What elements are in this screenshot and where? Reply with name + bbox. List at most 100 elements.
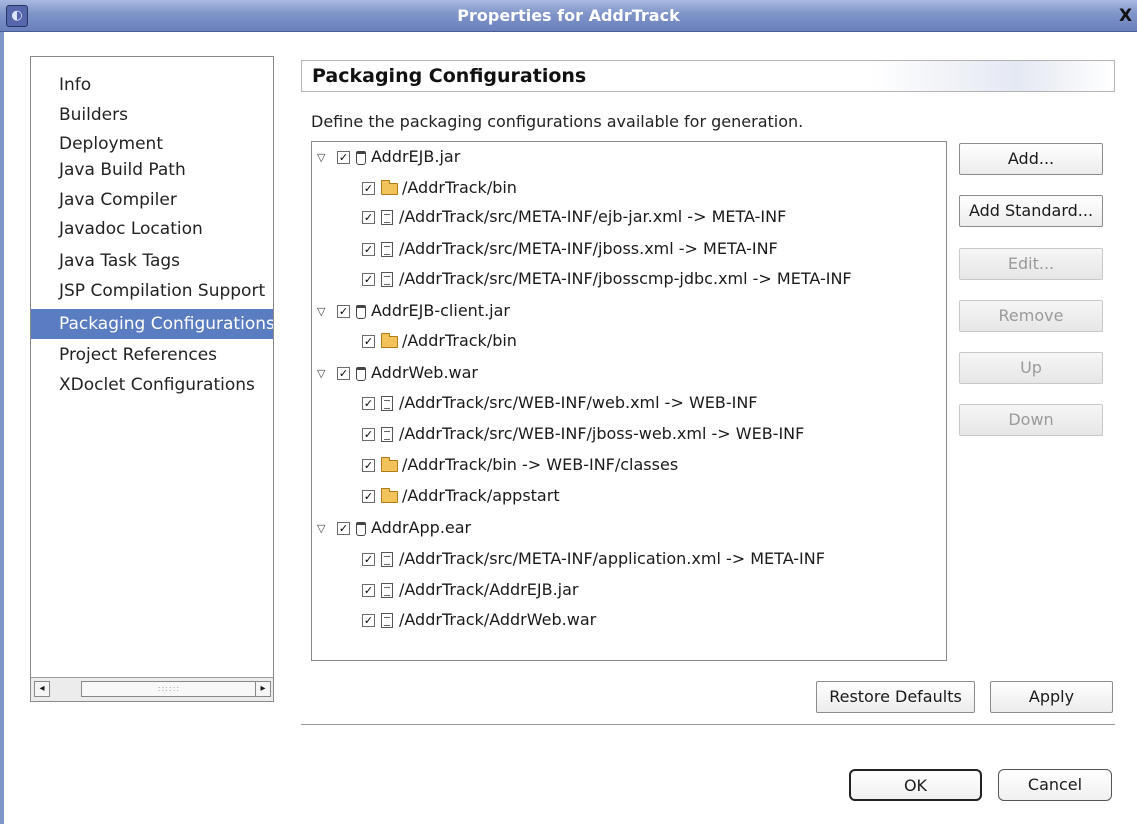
include-checkbox[interactable]: ✓: [362, 553, 375, 566]
folder-icon: [381, 332, 398, 348]
up-button[interactable]: Up: [959, 352, 1103, 384]
tree-node-label: /AddrTrack/src/WEB-INF/web.xml -> WEB-IN…: [399, 393, 758, 412]
horizontal-scrollbar[interactable]: ◂ :::::: ▸: [31, 677, 273, 701]
page-title: Packaging Configurations: [301, 60, 1115, 92]
tree-node-label: AddrApp.ear: [371, 518, 472, 537]
add-button[interactable]: Add...: [959, 143, 1103, 175]
nav-item-packaging-configurations[interactable]: Packaging Configurations: [31, 309, 273, 339]
tree-node-archive[interactable]: ▽ ✓ AddrWeb.war: [317, 360, 478, 386]
tree-node-label: /AddrTrack/src/META-INF/jboss.xml -> MET…: [399, 239, 778, 258]
packaging-tree[interactable]: ▽ ✓ AddrEJB.jar ✓ /AddrTrack/bin ✓ /AddrTrack/…: [311, 141, 947, 661]
nav-item-project-references[interactable]: Project References: [31, 340, 273, 370]
include-checkbox[interactable]: ✓: [362, 397, 375, 410]
folder-icon: [381, 179, 398, 195]
include-checkbox[interactable]: ✓: [362, 273, 375, 286]
nav-item-xdoclet-configurations[interactable]: XDoclet Configurations: [31, 370, 273, 400]
include-checkbox[interactable]: ✓: [362, 211, 375, 224]
tree-node-entry[interactable]: ✓ /AddrTrack/src/META-INF/jbosscmp-jdbc.x…: [362, 266, 852, 292]
tree-node-label: /AddrTrack/src/META-INF/jbosscmp-jdbc.xm…: [399, 269, 852, 288]
include-checkbox[interactable]: ✓: [337, 367, 350, 380]
file-icon: [381, 583, 393, 598]
jar-icon: [356, 150, 366, 165]
nav-item-java-task-tags[interactable]: Java Task Tags: [31, 246, 273, 276]
jar-icon: [356, 366, 366, 381]
expand-toggle-icon[interactable]: ▽: [317, 299, 331, 325]
tree-node-entry[interactable]: ✓ /AddrTrack/AddrWeb.war: [362, 607, 596, 633]
scroll-right-arrow[interactable]: ▸: [255, 681, 271, 697]
jar-icon: [356, 521, 366, 536]
folder-icon: [381, 487, 398, 503]
tree-node-entry[interactable]: ✓ /AddrTrack/src/META-INF/application.xml…: [362, 546, 825, 572]
scroll-left-arrow[interactable]: ◂: [34, 681, 50, 697]
tree-node-label: /AddrTrack/AddrEJB.jar: [399, 580, 579, 599]
include-checkbox[interactable]: ✓: [362, 243, 375, 256]
file-icon: [381, 427, 393, 442]
tree-node-label: AddrEJB.jar: [371, 147, 461, 166]
nav-item-javadoc-location[interactable]: Javadoc Location: [31, 214, 273, 244]
tree-node-label: /AddrTrack/bin: [402, 331, 517, 350]
include-checkbox[interactable]: ✓: [362, 182, 375, 195]
tree-node-entry[interactable]: ✓ /AddrTrack/src/WEB-INF/jboss-web.xml ->…: [362, 421, 804, 447]
tree-node-archive[interactable]: ▽ ✓ AddrEJB-client.jar: [317, 298, 510, 324]
page-description: Define the packaging configurations avai…: [311, 112, 804, 131]
tree-node-entry[interactable]: ✓ /AddrTrack/bin: [362, 175, 517, 201]
file-icon: [381, 396, 393, 411]
nav-item-java-build-path[interactable]: Java Build Path: [31, 155, 273, 185]
nav-item-java-compiler[interactable]: Java Compiler: [31, 185, 273, 215]
tree-node-label: /AddrTrack/src/WEB-INF/jboss-web.xml -> …: [399, 424, 805, 443]
expand-toggle-icon[interactable]: ▽: [317, 516, 331, 542]
nav-item-builders[interactable]: Builders: [31, 100, 273, 130]
tree-node-entry[interactable]: ✓ /AddrTrack/appstart: [362, 483, 560, 509]
file-icon: [381, 552, 393, 567]
tree-node-entry[interactable]: ✓ /AddrTrack/bin: [362, 328, 517, 354]
include-checkbox[interactable]: ✓: [362, 459, 375, 472]
include-checkbox[interactable]: ✓: [362, 335, 375, 348]
tree-node-label: AddrWeb.war: [371, 363, 478, 382]
folder-icon: [381, 456, 398, 472]
file-icon: [381, 242, 393, 257]
include-checkbox[interactable]: ✓: [362, 614, 375, 627]
tree-node-label: AddrEJB-client.jar: [371, 301, 510, 320]
apply-button[interactable]: Apply: [990, 681, 1113, 713]
window-title: Properties for AddrTrack: [457, 6, 680, 25]
edit-button[interactable]: Edit...: [959, 248, 1103, 280]
include-checkbox[interactable]: ✓: [337, 151, 350, 164]
expand-toggle-icon[interactable]: ▽: [317, 361, 331, 387]
separator: [301, 724, 1115, 725]
expand-toggle-icon[interactable]: ▽: [317, 145, 331, 171]
nav-item-jsp-compilation-support[interactable]: JSP Compilation Support: [31, 276, 273, 306]
tree-node-entry[interactable]: ✓ /AddrTrack/AddrEJB.jar: [362, 577, 578, 603]
down-button[interactable]: Down: [959, 404, 1103, 436]
restore-defaults-button[interactable]: Restore Defaults: [816, 681, 975, 713]
close-icon[interactable]: X: [1119, 5, 1135, 27]
title-bar: ◐ Properties for AddrTrack X: [0, 0, 1137, 32]
tree-node-label: /AddrTrack/bin: [402, 178, 517, 197]
remove-button[interactable]: Remove: [959, 300, 1103, 332]
property-pages-list: Info Builders Deployment Java Build Path Jav…: [30, 56, 274, 702]
tree-node-archive[interactable]: ▽ ✓ AddrApp.ear: [317, 515, 471, 541]
tree-node-entry[interactable]: ✓ /AddrTrack/src/META-INF/ejb-jar.xml -> …: [362, 204, 786, 230]
tree-node-label: /AddrTrack/appstart: [402, 486, 560, 505]
file-icon: [381, 272, 393, 287]
window-border: [0, 32, 4, 824]
nav-item-info[interactable]: Info: [31, 70, 273, 100]
ok-button[interactable]: OK: [849, 769, 982, 801]
jar-icon: [356, 304, 366, 319]
file-icon: [381, 210, 393, 225]
scroll-thumb[interactable]: ::::::: [81, 681, 257, 697]
tree-node-label: /AddrTrack/bin -> WEB-INF/classes: [402, 455, 679, 474]
tree-node-entry[interactable]: ✓ /AddrTrack/src/WEB-INF/web.xml -> WEB-I…: [362, 390, 758, 416]
include-checkbox[interactable]: ✓: [362, 428, 375, 441]
include-checkbox[interactable]: ✓: [337, 305, 350, 318]
include-checkbox[interactable]: ✓: [362, 584, 375, 597]
tree-node-archive[interactable]: ▽ ✓ AddrEJB.jar: [317, 144, 460, 170]
add-standard-button[interactable]: Add Standard...: [959, 195, 1103, 227]
tree-node-entry[interactable]: ✓ /AddrTrack/bin -> WEB-INF/classes: [362, 452, 678, 478]
include-checkbox[interactable]: ✓: [337, 522, 350, 535]
tree-node-entry[interactable]: ✓ /AddrTrack/src/META-INF/jboss.xml -> ME…: [362, 236, 778, 262]
file-icon: [381, 613, 393, 628]
cancel-button[interactable]: Cancel: [998, 769, 1112, 801]
include-checkbox[interactable]: ✓: [362, 490, 375, 503]
tree-node-label: /AddrTrack/src/META-INF/ejb-jar.xml -> M…: [399, 207, 787, 226]
tree-node-label: /AddrTrack/AddrWeb.war: [399, 610, 597, 629]
